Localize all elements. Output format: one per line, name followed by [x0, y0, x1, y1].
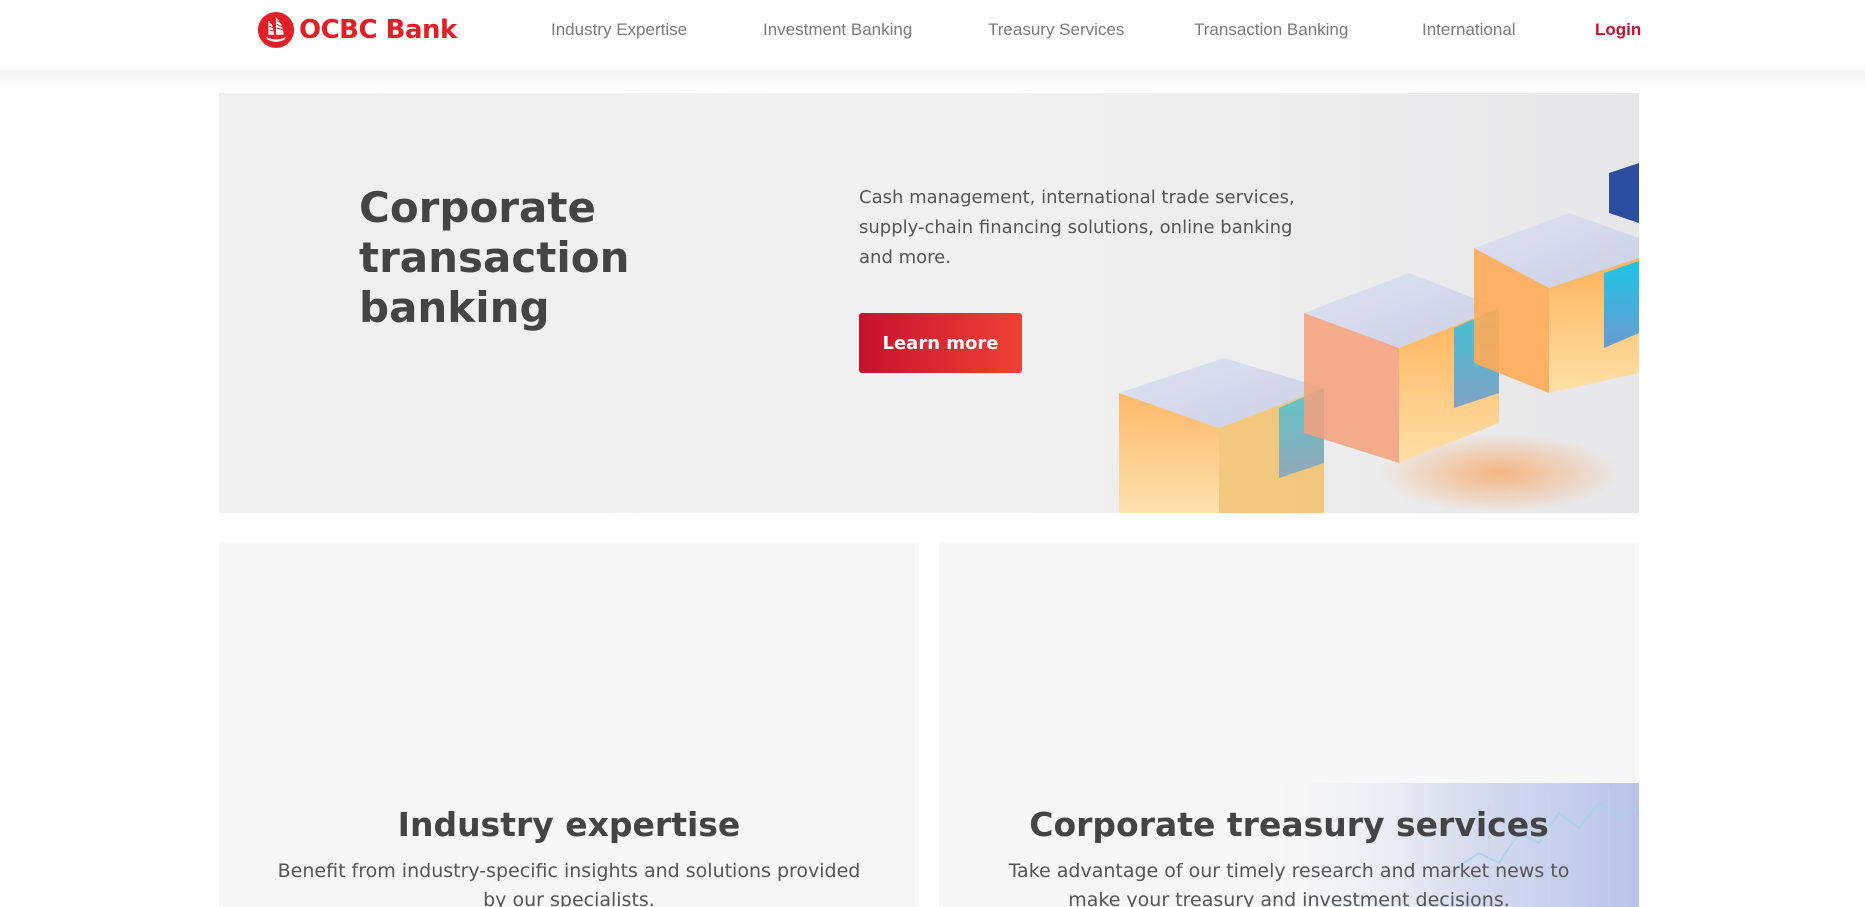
nav-item-international[interactable]: International	[1422, 20, 1516, 40]
hero-title: Corporate transaction banking	[359, 183, 630, 332]
nav-item-treasury-services[interactable]: Treasury Services	[988, 20, 1124, 40]
card-description: Take advantage of our timely research an…	[1008, 860, 1570, 907]
main-nav: Industry Expertise Investment Banking Tr…	[0, 20, 1865, 42]
corporate-treasury-services-card[interactable]: Corporate treasury services Take advanta…	[939, 543, 1639, 907]
nav-item-investment-banking[interactable]: Investment Banking	[763, 20, 912, 40]
header-shadow	[0, 70, 1865, 92]
industry-expertise-card[interactable]: Industry expertise Benefit from industry…	[219, 543, 919, 907]
login-link[interactable]: Login	[1595, 20, 1641, 40]
learn-more-button[interactable]: Learn more	[859, 313, 1022, 373]
card-description: Benefit from industry-specific insights …	[277, 860, 861, 907]
hero-banner: Corporate transaction banking Cash manag…	[219, 93, 1639, 513]
site-header: OCBC Bank Industry Expertise Investment …	[0, 0, 1865, 72]
glass-cubes-illustration	[1119, 163, 1639, 513]
nav-item-transaction-banking[interactable]: Transaction Banking	[1194, 20, 1348, 40]
card-title: Corporate treasury services	[1029, 805, 1549, 844]
card-title: Industry expertise	[397, 805, 741, 844]
nav-item-industry-expertise[interactable]: Industry Expertise	[551, 20, 687, 40]
